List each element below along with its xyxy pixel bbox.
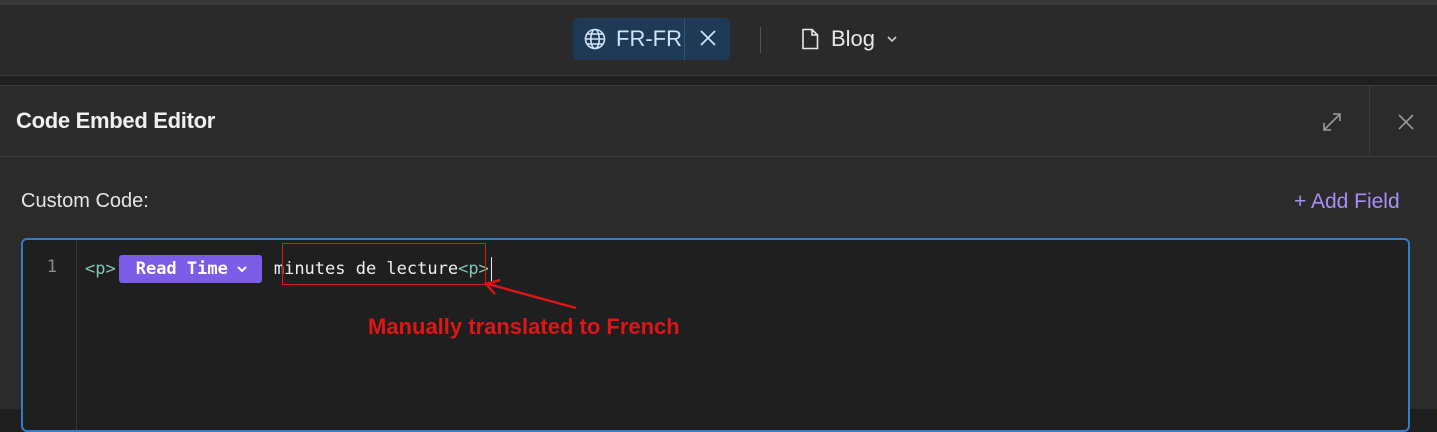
code-editor[interactable]: 1 <p> Read Time minutes de lecture <p> — [21, 238, 1410, 432]
locale-chip[interactable]: FR-FR — [573, 18, 730, 60]
close-icon[interactable] — [697, 27, 719, 49]
field-token-label: Read Time — [135, 259, 228, 279]
open-tag: <p> — [85, 259, 116, 279]
line-gutter: 1 — [23, 240, 77, 430]
annotation-text: Manually translated to French — [368, 314, 680, 339]
panel-gap — [0, 76, 1437, 85]
document-icon — [802, 28, 819, 50]
add-field-button[interactable]: + Add Field — [1294, 190, 1400, 214]
toolbar-divider — [760, 27, 761, 53]
text-caret — [490, 257, 492, 281]
top-bar: FR-FR Blog — [0, 5, 1437, 76]
field-token-read-time[interactable]: Read Time — [118, 255, 262, 283]
code-embed-panel: Code Embed Editor Custom Code: + Add Fie… — [0, 85, 1437, 432]
line-number: 1 — [46, 257, 57, 277]
chevron-down-icon — [237, 266, 247, 273]
panel-title: Code Embed Editor — [16, 108, 216, 133]
header-divider — [1369, 86, 1370, 156]
globe-icon — [584, 28, 606, 50]
annotation-arrow-icon — [483, 278, 577, 310]
page-selector[interactable]: Blog — [800, 23, 899, 55]
locale-divider — [684, 18, 685, 60]
close-panel-icon[interactable] — [1395, 111, 1417, 133]
panel-header: Code Embed Editor — [0, 86, 1437, 157]
expand-icon[interactable] — [1320, 110, 1344, 134]
custom-code-label: Custom Code: — [21, 190, 149, 212]
page-selector-label: Blog — [831, 26, 876, 51]
annotation-highlight-box — [282, 243, 486, 285]
locale-label: FR-FR — [616, 26, 682, 51]
chevron-down-icon — [887, 36, 897, 43]
